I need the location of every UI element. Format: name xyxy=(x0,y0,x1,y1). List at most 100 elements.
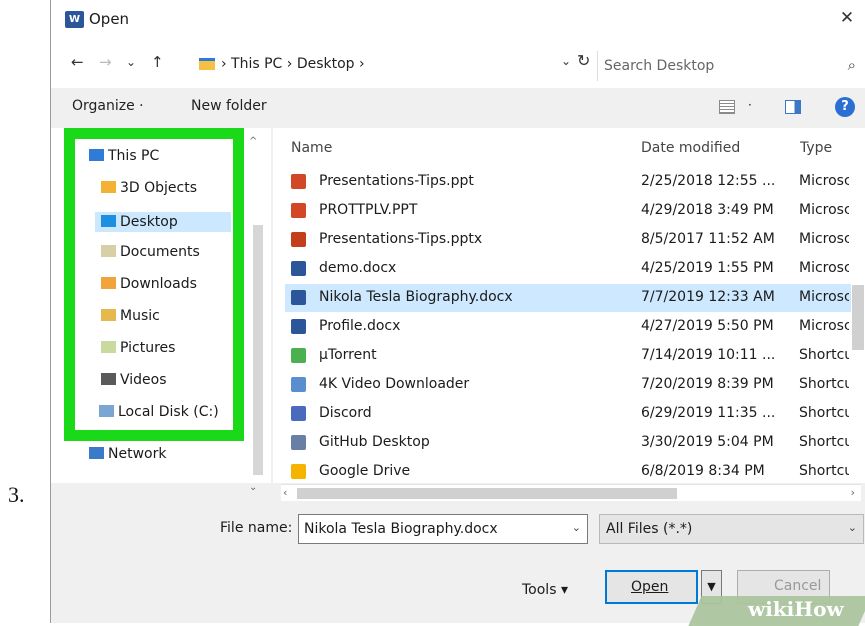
file-row[interactable]: GitHub Desktop 3/30/2019 5:04 PM Shortcu xyxy=(285,429,851,457)
nav-item-videos[interactable]: Videos xyxy=(101,372,167,388)
file-row[interactable]: Presentations-Tips.pptx 8/5/2017 11:52 AM… xyxy=(285,226,851,254)
column-header-date[interactable]: Date modified xyxy=(641,140,740,156)
horizontal-scrollbar-thumb[interactable] xyxy=(297,488,677,499)
search-icon[interactable]: ⌕ xyxy=(848,56,856,74)
discord-icon xyxy=(291,406,306,421)
nav-item-network[interactable]: Network xyxy=(89,446,166,462)
nav-item-label: Desktop xyxy=(120,214,178,230)
ppt-icon xyxy=(291,174,306,189)
chevron-down-icon[interactable]: ⌄ xyxy=(572,521,581,534)
preview-pane-icon[interactable] xyxy=(785,100,801,114)
horizontal-scrollbar[interactable]: ‹ › xyxy=(281,484,861,501)
column-header-type[interactable]: Type xyxy=(800,140,832,156)
file-date: 4/25/2019 1:55 PM xyxy=(641,260,774,276)
file-type: Shortcu xyxy=(799,434,849,450)
up-arrow-icon[interactable]: ↑ xyxy=(151,53,164,71)
close-icon[interactable]: ✕ xyxy=(834,5,860,31)
nav-item-desktop[interactable]: Desktop xyxy=(95,212,231,232)
file-name: Presentations-Tips.pptx xyxy=(319,231,483,247)
nav-item-music[interactable]: Music xyxy=(101,308,160,324)
nav-item-label: Local Disk (C:) xyxy=(118,404,219,420)
file-row[interactable]: Discord 6/29/2019 11:35 ... Shortcu xyxy=(285,400,851,428)
file-name: Nikola Tesla Biography.docx xyxy=(319,289,513,305)
back-arrow-icon[interactable]: ← xyxy=(71,53,84,71)
recent-locations-icon[interactable]: ⌄ xyxy=(126,55,136,69)
file-date: 2/25/2018 12:55 ... xyxy=(641,173,776,189)
cube-icon xyxy=(101,181,116,193)
search-placeholder[interactable]: Search Desktop xyxy=(604,58,714,74)
forward-arrow-icon[interactable]: → xyxy=(99,53,112,71)
file-type: Shortcu xyxy=(799,347,849,363)
scroll-left-icon[interactable]: ‹ xyxy=(283,486,287,499)
nav-item-this-pc[interactable]: This PC xyxy=(89,148,159,164)
step-number: 3. xyxy=(8,482,25,507)
nav-item-label: This PC xyxy=(108,148,160,164)
file-name: PROTTPLV.PPT xyxy=(319,202,418,218)
file-name-value[interactable]: Nikola Tesla Biography.docx xyxy=(304,521,498,537)
nav-scrollbar-thumb[interactable] xyxy=(253,225,263,475)
open-button-label: Open xyxy=(631,579,669,595)
address-dropdown-icon[interactable]: ⌄ xyxy=(561,54,571,68)
file-type-value[interactable]: All Files (*.*) xyxy=(606,521,692,537)
address-bar[interactable]: › This PC › Desktop › xyxy=(191,51,596,79)
file-row[interactable]: PROTTPLV.PPT 4/29/2018 3:49 PM Microsc xyxy=(285,197,851,225)
title-bar: W Open ✕ xyxy=(51,0,865,38)
file-row[interactable]: Nikola Tesla Biography.docx 7/7/2019 12:3… xyxy=(285,284,851,312)
organize-button[interactable]: Organize · xyxy=(72,98,144,114)
scroll-right-icon[interactable]: › xyxy=(851,486,855,499)
refresh-icon[interactable]: ↻ xyxy=(577,51,590,70)
file-list: Name Date modified Type Presentations-Ti… xyxy=(273,128,865,483)
file-date: 3/30/2019 5:04 PM xyxy=(641,434,774,450)
nav-item-label: Downloads xyxy=(120,276,197,292)
nav-item-label: Pictures xyxy=(120,340,176,356)
file-type: Microsc xyxy=(799,318,849,334)
command-toolbar: Organize · New folder · ? xyxy=(51,88,865,128)
ppt-icon xyxy=(291,203,306,218)
file-row[interactable]: Profile.docx 4/27/2019 5:50 PM Microsc xyxy=(285,313,851,341)
nav-item-documents[interactable]: Documents xyxy=(101,244,200,260)
help-icon[interactable]: ? xyxy=(835,97,855,117)
file-type: Microsc xyxy=(799,260,849,276)
github-icon xyxy=(291,435,306,450)
file-name: 4K Video Downloader xyxy=(319,376,470,392)
new-folder-button[interactable]: New folder xyxy=(191,98,267,114)
file-type-filter[interactable]: All Files (*.*) ⌄ xyxy=(599,514,864,544)
file-date: 6/29/2019 11:35 ... xyxy=(641,405,776,421)
scroll-up-icon[interactable]: ^ xyxy=(249,136,257,147)
file-name: µTorrent xyxy=(319,347,377,363)
search-box[interactable]: Search Desktop ⌕ xyxy=(597,51,862,81)
video-downloader-icon xyxy=(291,377,306,392)
file-row[interactable]: Google Drive 6/8/2019 8:34 PM Shortcu xyxy=(285,458,851,486)
nav-item-pictures[interactable]: Pictures xyxy=(101,340,175,356)
file-row[interactable]: Presentations-Tips.ppt 2/25/2018 12:55 ..… xyxy=(285,168,851,196)
breadcrumb[interactable]: › This PC › Desktop › xyxy=(221,56,365,72)
nav-item-downloads[interactable]: Downloads xyxy=(101,276,197,292)
view-options-icon[interactable] xyxy=(719,100,735,114)
chevron-down-icon[interactable]: ⌄ xyxy=(848,521,857,534)
view-dropdown-icon[interactable]: · xyxy=(748,98,752,112)
monitor-icon xyxy=(89,149,104,161)
downloads-icon xyxy=(101,277,116,289)
scroll-down-icon[interactable]: ⌄ xyxy=(249,482,257,493)
nav-item-3d-objects[interactable]: 3D Objects xyxy=(101,180,197,196)
column-header-name[interactable]: Name xyxy=(291,140,332,156)
file-row[interactable]: µTorrent 7/14/2019 10:11 ... Shortcu xyxy=(285,342,851,370)
pictures-icon xyxy=(101,341,116,353)
nav-item-local-disk-c[interactable]: Local Disk (C:) xyxy=(99,404,219,420)
open-button[interactable]: Open xyxy=(605,570,698,604)
file-date: 7/20/2019 8:39 PM xyxy=(641,376,774,392)
file-name: Presentations-Tips.ppt xyxy=(319,173,474,189)
file-row[interactable]: demo.docx 4/25/2019 1:55 PM Microsc xyxy=(285,255,851,283)
navigation-bar: ← → ⌄ ↑ › This PC › Desktop › ⌄ ↻ Search… xyxy=(51,38,865,88)
file-date: 7/7/2019 12:33 AM xyxy=(641,289,775,305)
nav-item-label: Network xyxy=(108,446,167,462)
file-name: Google Drive xyxy=(319,463,411,479)
file-row[interactable]: 4K Video Downloader 7/20/2019 8:39 PM Shor… xyxy=(285,371,851,399)
word-app-icon: W xyxy=(65,11,84,28)
file-list-scrollbar-thumb[interactable] xyxy=(852,285,864,350)
file-type: Microsc xyxy=(799,231,849,247)
tools-button[interactable]: Tools ▾ xyxy=(522,582,568,598)
file-name-input[interactable]: Nikola Tesla Biography.docx ⌄ xyxy=(298,514,588,544)
google-drive-icon xyxy=(291,464,306,479)
pptx-icon xyxy=(291,232,306,247)
